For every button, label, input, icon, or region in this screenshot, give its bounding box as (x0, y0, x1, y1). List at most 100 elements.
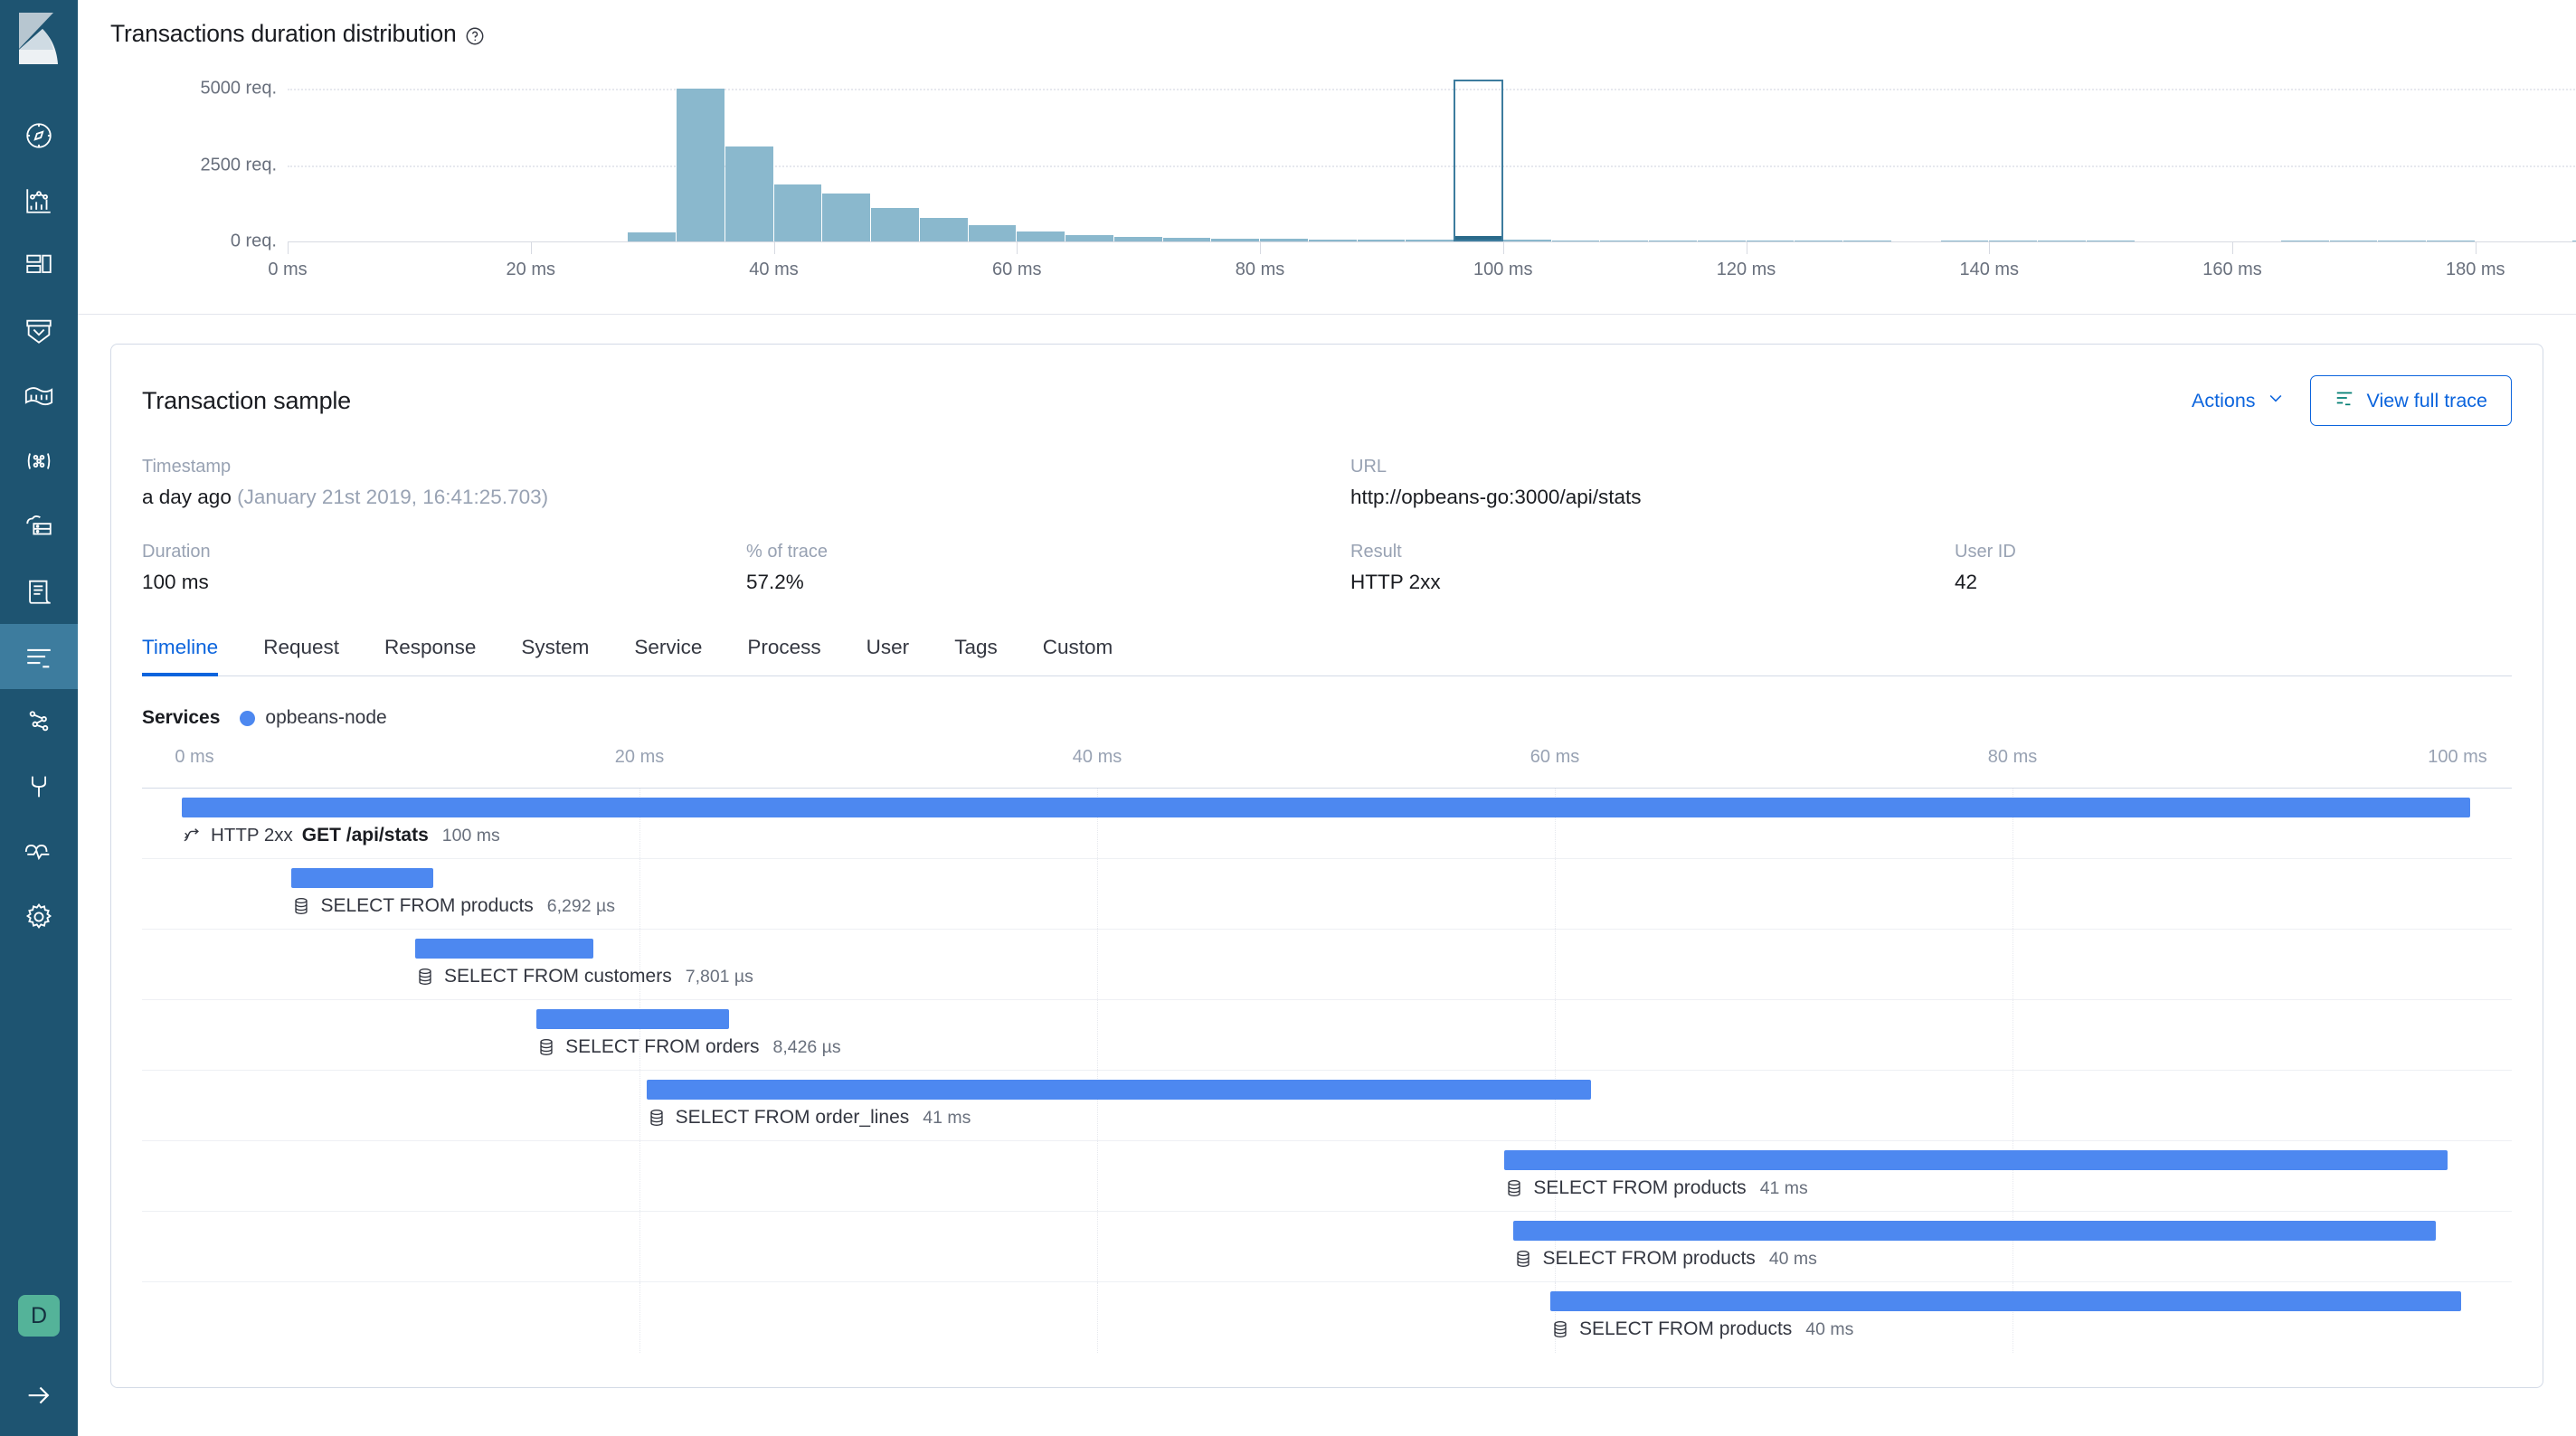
sidebar-item-canvas[interactable] (0, 298, 78, 364)
sidebar-item-dashboard[interactable] (0, 233, 78, 298)
waterfall-gridline (1097, 1000, 1098, 1070)
waterfall-span-row[interactable]: SELECT FROM orders 8,426 µs (142, 1000, 2512, 1071)
tab-timeline[interactable]: Timeline (142, 636, 241, 676)
avatar[interactable]: D (18, 1295, 60, 1337)
sidebar-item-visualize[interactable] (0, 168, 78, 233)
histogram-bar[interactable] (724, 146, 773, 241)
waterfall-span-bar[interactable] (1504, 1150, 2448, 1170)
service-chip-opbeans-node[interactable]: opbeans-node (240, 707, 387, 729)
histogram-bar[interactable] (1065, 234, 1113, 241)
histogram-x-tick (530, 241, 532, 254)
span-name: SELECT FROM orders (565, 1036, 760, 1057)
histogram-x-tick (288, 241, 289, 254)
tab-process[interactable]: Process (724, 636, 843, 675)
waterfall-span-row[interactable]: SELECT FROM products 6,292 µs (142, 859, 2512, 930)
waterfall-span-bar[interactable] (536, 1009, 729, 1029)
histogram-x-tick-label: 80 ms (1235, 260, 1285, 279)
sidebar-item-management[interactable] (0, 884, 78, 949)
view-full-trace-button[interactable]: View full trace (2309, 375, 2512, 426)
tab-custom[interactable]: Custom (1020, 636, 1136, 675)
histogram-bar[interactable] (822, 194, 870, 241)
sidebar-item-infrastructure[interactable] (0, 494, 78, 559)
histogram-selection-box[interactable] (1454, 79, 1503, 241)
span-name: SELECT FROM customers (444, 966, 672, 987)
sidebar-item-uptime[interactable] (0, 689, 78, 754)
waterfall-gridline (639, 1282, 640, 1353)
tab-system[interactable]: System (498, 636, 611, 675)
waterfall-span-bar[interactable] (415, 939, 594, 959)
actions-label: Actions (2192, 389, 2256, 411)
histogram-bar[interactable] (871, 207, 919, 241)
kibana-logo[interactable] (0, 0, 78, 78)
waterfall-span-row[interactable]: SELECT FROM products 40 ms (142, 1212, 2512, 1282)
sidebar-item-machine-learning[interactable] (0, 429, 78, 494)
histogram-y-tick-label: 2500 req. (200, 155, 277, 175)
span-duration: 100 ms (441, 825, 500, 846)
span-duration: 6,292 µs (546, 895, 615, 916)
pct-of-trace-label: % of trace (746, 542, 829, 562)
tab-tags[interactable]: Tags (932, 636, 1020, 675)
histogram-bar[interactable] (968, 225, 1017, 241)
waterfall-gridline (1097, 930, 1098, 999)
database-icon (291, 896, 311, 916)
collapse-arrow-icon[interactable] (18, 1375, 60, 1416)
duration-value: 100 ms (142, 571, 209, 593)
actions-button[interactable]: Actions (2192, 389, 2285, 412)
waterfall-gridline (639, 859, 640, 929)
waterfall-span-bar[interactable] (646, 1080, 1592, 1100)
waterfall-span-row[interactable]: SELECT FROM order_lines 41 ms (142, 1071, 2512, 1141)
tab-request[interactable]: Request (241, 636, 362, 675)
waterfall-axis: 0 ms 20 ms 40 ms 60 ms 80 ms 100 ms (142, 747, 2512, 789)
waterfall-span-label: SELECT FROM products 40 ms (1513, 1248, 1817, 1270)
database-icon (1504, 1178, 1524, 1198)
waterfall-gridline (2012, 1000, 2013, 1070)
waterfall-gridline (1097, 1141, 1098, 1211)
waterfall-span-row[interactable]: SELECT FROM products 41 ms (142, 1141, 2512, 1212)
waterfall-span-label: HTTP 2xx GET /api/stats 100 ms (182, 825, 500, 846)
timestamp-label: Timestamp (142, 457, 232, 477)
waterfall-span-bar[interactable] (182, 798, 2470, 817)
management-icon (24, 902, 54, 932)
tab-response[interactable]: Response (362, 636, 498, 675)
histogram-plot-area[interactable] (288, 77, 2576, 242)
sidebar-item-discover[interactable] (0, 103, 78, 168)
apm-icon (24, 641, 54, 672)
waterfall-span-bar[interactable] (1549, 1291, 2461, 1311)
help-circle-icon[interactable] (465, 24, 485, 44)
sidebar-item-logs[interactable] (0, 559, 78, 624)
histogram-bar[interactable] (628, 232, 676, 241)
waterfall-span-row[interactable]: SELECT FROM customers 7,801 µs (142, 930, 2512, 1000)
histogram-bar[interactable] (919, 218, 968, 241)
histogram-bar[interactable] (1017, 231, 1065, 241)
sidebar-item-maps[interactable] (0, 364, 78, 429)
waterfall-span-label: SELECT FROM customers 7,801 µs (415, 966, 753, 987)
span-duration: 40 ms (1805, 1318, 1854, 1339)
histogram-x-tick (1017, 241, 1018, 254)
waterfall-span-row[interactable]: HTTP 2xx GET /api/stats 100 ms (142, 789, 2512, 859)
histogram-y-axis: 0 req. 2500 req. 5000 req. (78, 77, 277, 251)
tab-user[interactable]: User (844, 636, 933, 675)
chevron-down-icon (2267, 389, 2285, 412)
tab-service[interactable]: Service (611, 636, 724, 675)
sidebar-item-dev-tools[interactable] (0, 754, 78, 819)
waterfall-span-row[interactable]: SELECT FROM products 40 ms (142, 1282, 2512, 1353)
span-duration: 41 ms (923, 1107, 971, 1128)
user-id-label: User ID (1955, 542, 2016, 562)
waterfall-span-bar[interactable] (291, 868, 434, 888)
histogram-x-tick-label: 100 ms (1473, 260, 1533, 279)
discover-icon (24, 120, 54, 151)
maps-icon (24, 381, 54, 411)
sidebar-item-monitoring[interactable] (0, 819, 78, 884)
sidebar-item-apm[interactable] (0, 624, 78, 689)
machine-learning-icon (24, 446, 54, 477)
timeline-waterfall: 0 ms 20 ms 40 ms 60 ms 80 ms 100 ms HTTP 2xx G… (142, 747, 2512, 1353)
waterfall-span-bar[interactable] (1513, 1221, 2437, 1241)
histogram-bar[interactable] (773, 184, 822, 241)
sidebar-footer: D (0, 1295, 78, 1436)
timestamp-absolute: (January 21st 2019, 16:41:25.703) (237, 486, 549, 508)
page-title: Transactions duration distribution (110, 20, 2576, 48)
histogram-bar[interactable] (677, 88, 724, 241)
span-http-result: HTTP 2xx (211, 825, 293, 846)
transaction-icon (182, 826, 202, 846)
waterfall-span-label: SELECT FROM products 41 ms (1504, 1177, 1808, 1199)
